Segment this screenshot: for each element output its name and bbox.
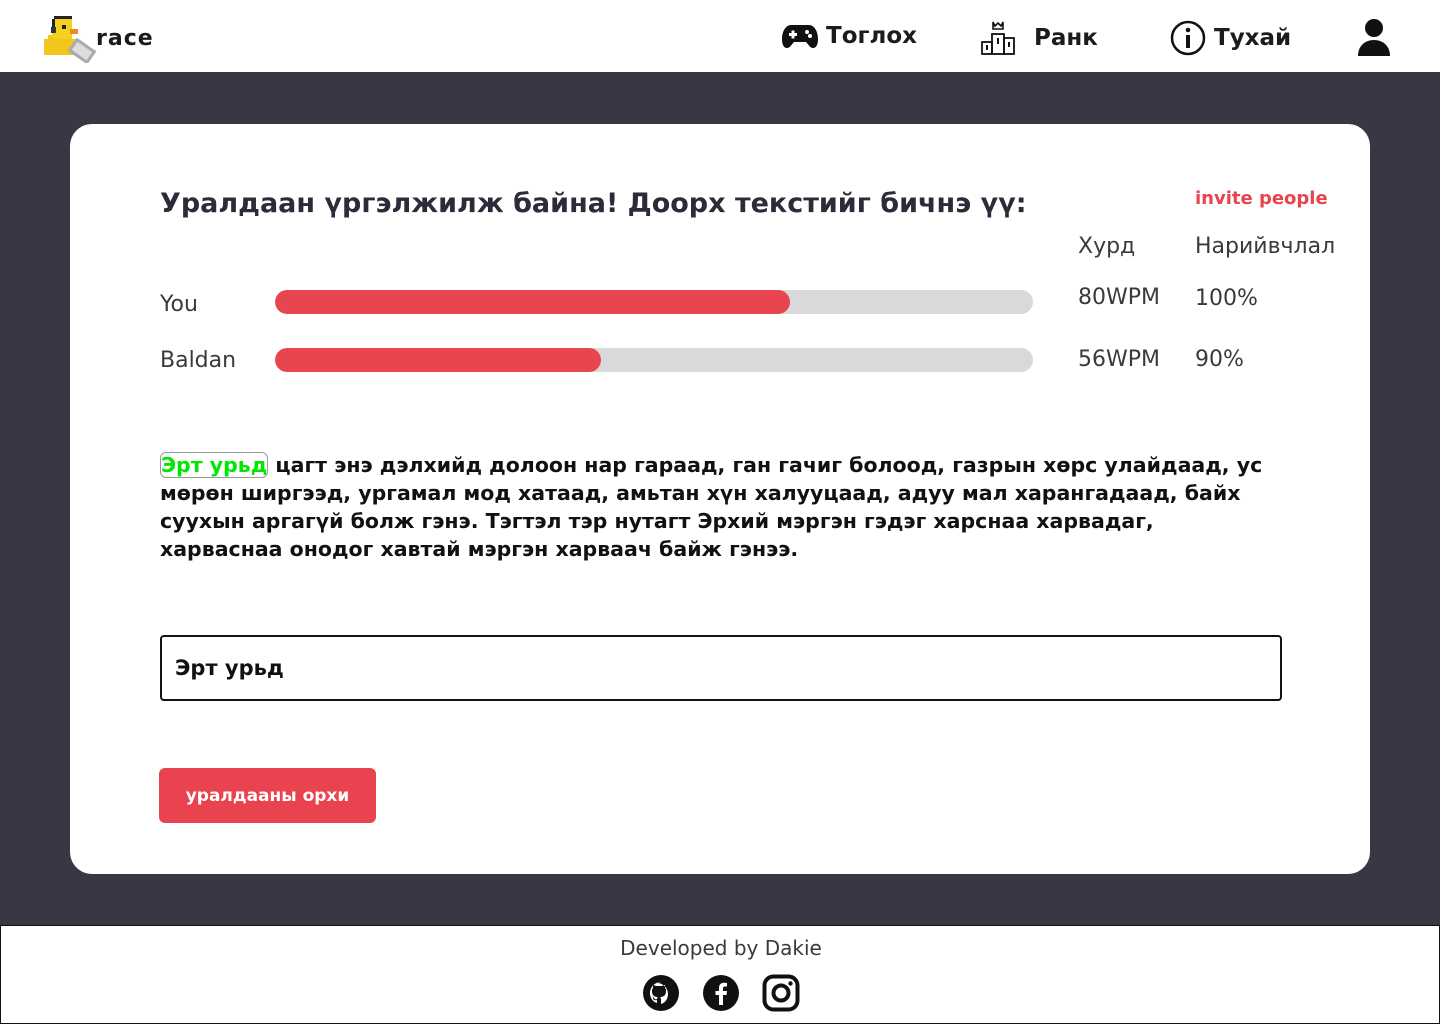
logo[interactable]: race <box>40 12 160 64</box>
footer: Developed by Dakie <box>0 925 1440 1024</box>
gamepad-icon <box>782 25 818 48</box>
racer-speed: 80WPM <box>1078 285 1160 310</box>
racer-speed: 56WPM <box>1078 347 1160 372</box>
logo-text: race <box>96 26 154 51</box>
progress-track <box>275 348 1033 372</box>
nav-play-label: Тоглох <box>826 23 917 49</box>
racer-name: You <box>160 292 198 317</box>
podium-icon <box>981 21 1015 55</box>
user-profile-icon[interactable] <box>1356 18 1392 56</box>
github-icon[interactable] <box>642 974 680 1012</box>
racer-accuracy: 90% <box>1195 347 1244 372</box>
race-title: Уралдаан үргэлжилж байна! Доорх текстийг… <box>160 188 1027 219</box>
developer-credit: Developed by Dakie <box>620 936 822 960</box>
speed-column-header: Хурд <box>1078 234 1136 259</box>
progress-track <box>275 290 1033 314</box>
remaining-text: цагт энэ дэлхийд долоон нар гараад, ган … <box>160 453 1263 561</box>
nav-rank[interactable]: Ранк <box>980 18 1098 58</box>
top-navbar: race Тоглох Ранк Тухай <box>0 0 1440 72</box>
racer-accuracy: 100% <box>1195 286 1258 311</box>
race-passage: Эрт урьд цагт энэ дэлхийд долоон нар гар… <box>160 451 1270 563</box>
progress-fill <box>275 290 791 314</box>
nav-about-label: Тухай <box>1214 25 1292 51</box>
duck-logo-icon <box>44 16 97 63</box>
nav-rank-label: Ранк <box>1034 25 1098 51</box>
instagram-icon[interactable] <box>762 974 800 1012</box>
accuracy-column-header: Нарийвчлал <box>1195 234 1336 259</box>
nav-play[interactable]: Тоглох <box>782 16 917 56</box>
typed-text: Эрт урьд <box>160 452 269 478</box>
info-icon <box>1170 20 1206 56</box>
progress-fill <box>275 348 601 372</box>
typing-input[interactable] <box>160 635 1282 701</box>
leave-race-button[interactable]: уралдааны орхи <box>159 768 376 823</box>
racer-name: Baldan <box>160 348 237 373</box>
invite-people-link[interactable]: invite people <box>1195 188 1328 209</box>
nav-about[interactable]: Тухай <box>1170 18 1291 58</box>
race-card: Уралдаан үргэлжилж байна! Доорх текстийг… <box>70 124 1370 874</box>
facebook-icon[interactable] <box>702 974 740 1012</box>
